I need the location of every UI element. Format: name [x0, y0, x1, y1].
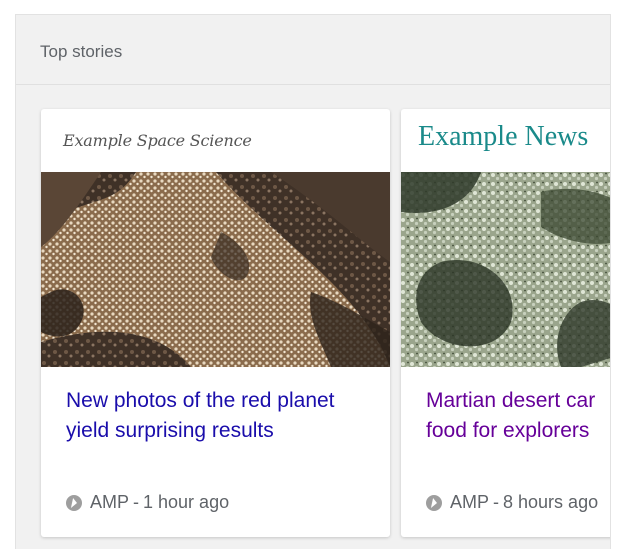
story-thumbnail[interactable] — [401, 172, 610, 367]
story-time: 8 hours ago — [503, 492, 599, 512]
story-card[interactable]: Example Space Science New photos of the … — [41, 109, 390, 537]
stories-carousel[interactable]: Example Space Science New photos of the … — [16, 85, 610, 549]
publisher-logo: Example News — [418, 121, 589, 152]
amp-bolt-icon — [426, 494, 442, 511]
section-header: Top stories — [16, 15, 610, 85]
amp-label: AMP — [450, 492, 490, 512]
amp-bolt-icon — [66, 494, 82, 511]
meta-separator: - — [493, 492, 500, 512]
section-title: Top stories — [40, 42, 123, 61]
rock-texture-image — [401, 172, 610, 367]
story-thumbnail[interactable] — [41, 172, 390, 367]
meta-separator: - — [133, 492, 140, 512]
story-headline-link[interactable]: Martian desert car food for explorers — [426, 386, 610, 446]
story-meta: AMP - 8 hours ago — [426, 492, 598, 513]
story-card[interactable]: Example News Martian desert car food for… — [401, 109, 610, 537]
publisher-logo: Example Space Science — [63, 131, 252, 150]
story-headline-link[interactable]: New photos of the red planet yield surpr… — [66, 386, 376, 446]
story-time: 1 hour ago — [143, 492, 230, 512]
top-stories-panel: Top stories Example Space Science New ph… — [15, 14, 611, 549]
amp-label: AMP — [90, 492, 130, 512]
story-meta: AMP - 1 hour ago — [66, 492, 229, 513]
rock-texture-image — [41, 172, 390, 367]
